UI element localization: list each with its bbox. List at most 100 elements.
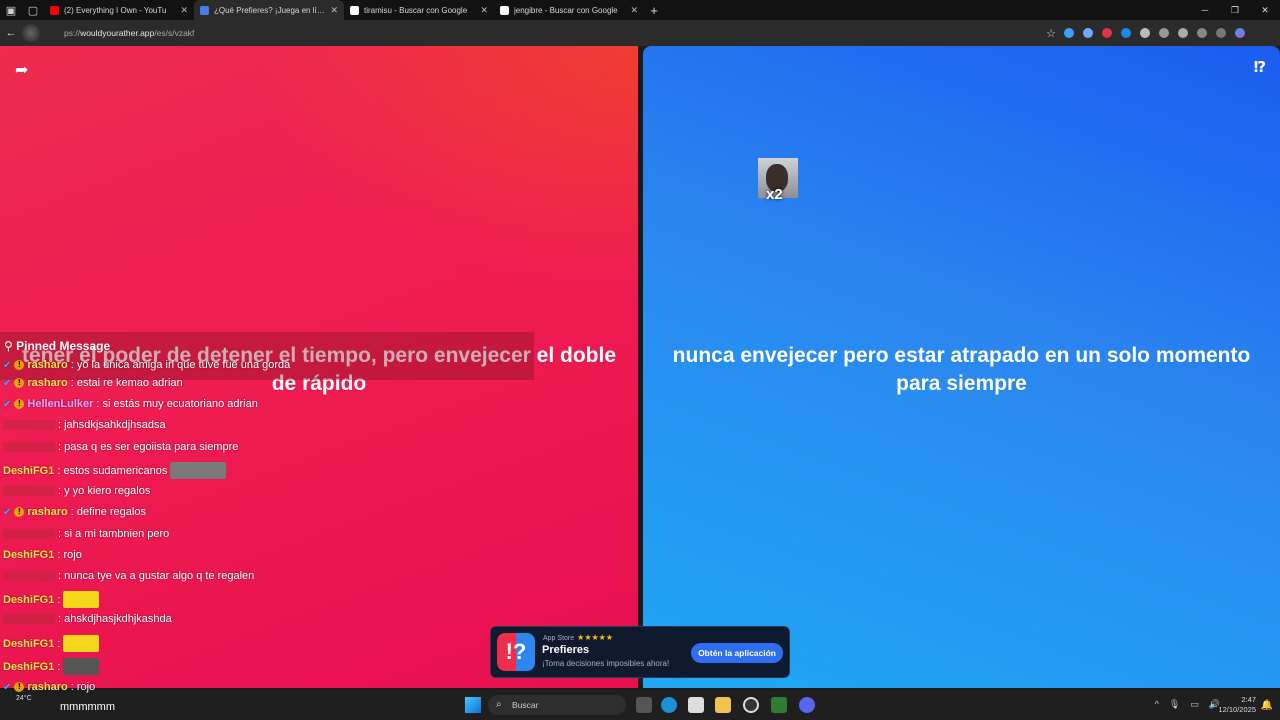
chat-username[interactable] <box>3 614 55 624</box>
browser-tab[interactable]: (2) Everything I Own - YouTu ✕ <box>44 0 194 20</box>
tab-title: jengibre - Buscar con Google <box>514 5 618 15</box>
overlay-caption: mmmmmm <box>60 701 115 713</box>
close-window-button[interactable]: ✕ <box>1250 0 1280 20</box>
favorite-star-icon[interactable]: ☆ <box>1044 27 1058 40</box>
chat-message: : nunca tye va a gustar algo q te regale… <box>3 570 254 582</box>
close-tab-icon[interactable]: ✕ <box>330 5 338 16</box>
file-explorer-icon[interactable] <box>715 697 731 713</box>
minimize-button[interactable]: ─ <box>1190 0 1220 20</box>
chat-username[interactable] <box>3 571 55 581</box>
chat-text: : rojo <box>70 681 96 693</box>
subscriber-badge-icon: ! <box>14 360 25 370</box>
rating-stars: ★★★★★ <box>577 633 613 642</box>
chat-username[interactable] <box>3 529 55 539</box>
extensions-puzzle-icon[interactable] <box>1159 28 1169 38</box>
close-tab-icon[interactable]: ✕ <box>480 5 488 16</box>
edge-icon[interactable] <box>661 697 677 713</box>
chat-username[interactable] <box>3 420 55 430</box>
new-tab-button[interactable]: + <box>644 3 664 18</box>
task-view-icon[interactable] <box>636 697 652 713</box>
chat-username[interactable]: rasharo <box>27 506 67 518</box>
chat-username[interactable]: rasharo <box>27 359 67 371</box>
favorites-icon[interactable] <box>1178 28 1188 38</box>
extension-icon[interactable] <box>1121 28 1131 38</box>
chat-text: : si a mi tambnien pero <box>58 528 170 540</box>
system-tray: ^ 🎙 ▭ 🔊 <box>1155 699 1220 710</box>
close-tab-icon[interactable]: ✕ <box>630 5 638 16</box>
url-field[interactable]: ps://wouldyourather.app/es/s/vzakf <box>44 23 1044 43</box>
terminal-app-icon[interactable] <box>771 697 787 713</box>
windows-start-icon[interactable] <box>465 697 481 713</box>
chat-message: : jahsdkjsahkdjhsadsa <box>3 419 166 431</box>
browser-tab[interactable]: jengibre - Buscar con Google ✕ <box>494 0 644 20</box>
close-tab-icon[interactable]: ✕ <box>180 5 188 16</box>
option-blue-text: nunca envejecer pero estar atrapado en u… <box>672 344 1251 395</box>
chat-emote-image <box>170 462 227 479</box>
copilot-icon[interactable] <box>1235 28 1245 38</box>
chat-username[interactable]: HellenLulker <box>27 398 93 410</box>
tray-chevron-icon[interactable]: ^ <box>1155 699 1159 710</box>
share-icon[interactable]: ➦ <box>15 60 28 80</box>
clock[interactable]: 2:47 12/10/2025 <box>1218 695 1256 715</box>
browser-tab[interactable]: ¿Qué Prefieres? ¡Juega en línea! ✕ <box>194 0 344 20</box>
chat-message: : si a mi tambnien pero <box>3 528 169 540</box>
notification-bell-icon[interactable]: 🔔 <box>1261 700 1273 711</box>
chat-username[interactable]: DeshiFG1 <box>3 594 54 606</box>
help-icon[interactable]: ⁉ <box>1254 58 1266 76</box>
option-blue-panel[interactable]: ⁉ x2 nunca envejecer pero estar atrapado… <box>643 46 1280 688</box>
chat-emote-image <box>63 658 100 675</box>
chat-username[interactable]: DeshiFG1 <box>3 549 54 561</box>
pinned-message-title: ⚲ Pinned Message <box>4 339 111 353</box>
chat-text: : estos sudamericanos <box>57 464 168 477</box>
chat-text: : jahsdkjsahkdjhsadsa <box>58 419 166 431</box>
chat-message: DeshiFG1: estos sudamericanos <box>3 462 227 479</box>
back-icon[interactable]: ← <box>4 27 18 39</box>
weather-widget[interactable]: 24°C <box>16 694 32 703</box>
chat-text: : rojo <box>57 549 82 561</box>
extension-icon[interactable] <box>1140 28 1150 38</box>
chat-message: : pasa q es ser egoiista para siempre <box>3 441 238 453</box>
chat-username[interactable]: DeshiFG1 <box>3 661 54 673</box>
taskbar: 24°C mmmmmm ⌕ Buscar ^ 🎙 ▭ 🔊 2:47 12/10/… <box>0 690 1280 720</box>
discord-icon[interactable] <box>799 697 815 713</box>
store-icon[interactable] <box>688 697 704 713</box>
chat-username[interactable]: DeshiFG1 <box>3 465 54 477</box>
workspaces-icon[interactable]: ▣ <box>0 0 22 20</box>
read-aloud-icon[interactable] <box>1083 28 1093 38</box>
url-host: wouldyourather.app <box>80 28 155 38</box>
chat-message: : y yo kiero regalos <box>3 485 150 497</box>
extension-icon[interactable] <box>1102 28 1112 38</box>
browser-tab[interactable]: tiramisu - Buscar con Google ✕ <box>344 0 494 20</box>
chat-username[interactable] <box>3 442 55 452</box>
chat-username[interactable] <box>3 486 55 496</box>
moderator-badge-icon: ✔ <box>3 398 12 410</box>
obs-icon[interactable] <box>743 697 759 713</box>
chat-text: : define regalos <box>70 506 146 518</box>
address-bar: ← ps://wouldyourather.app/es/s/vzakf ☆ <box>0 20 1280 46</box>
subscriber-badge-icon: ! <box>14 399 25 409</box>
tab-actions-icon[interactable]: ▢ <box>22 0 44 20</box>
get-app-button[interactable]: Obtén la aplicación <box>691 643 783 663</box>
chat-username[interactable]: rasharo <box>27 681 67 693</box>
more-menu-icon[interactable] <box>1216 28 1226 38</box>
chat-text: : nunca tye va a gustar algo q te regale… <box>58 570 255 582</box>
chat-emote-image <box>63 591 100 608</box>
profile-icon[interactable] <box>1197 28 1207 38</box>
microphone-icon[interactable]: 🎙 <box>1169 699 1180 710</box>
chat-username[interactable]: rasharo <box>27 377 67 389</box>
chat-message: ✔! HellenLulker: si estás muy ecuatoriano… <box>3 398 258 410</box>
chat-text: : ahskdjhasjkdhjkashda <box>58 613 172 625</box>
maximize-button[interactable]: ❐ <box>1220 0 1250 20</box>
app-store-label: App Store ★★★★★ <box>543 633 613 642</box>
app-store-banner[interactable]: !? App Store ★★★★★ Prefieres ¡Toma decisi… <box>490 626 790 678</box>
chat-username[interactable]: DeshiFG1 <box>3 638 54 650</box>
chat-message: : ahskdjhasjkdhjkashda <box>3 613 172 625</box>
chat-message: ✔! rasharo: define regalos <box>3 506 146 518</box>
chat-text: : y yo kiero regalos <box>58 485 151 497</box>
extension-icon[interactable] <box>1064 28 1074 38</box>
profile-avatar[interactable] <box>22 24 40 42</box>
tab-favicon-icon <box>50 5 59 15</box>
app-name: Prefieres <box>542 644 590 656</box>
taskbar-search[interactable]: ⌕ Buscar <box>488 695 626 715</box>
network-icon[interactable]: ▭ <box>1190 699 1199 710</box>
